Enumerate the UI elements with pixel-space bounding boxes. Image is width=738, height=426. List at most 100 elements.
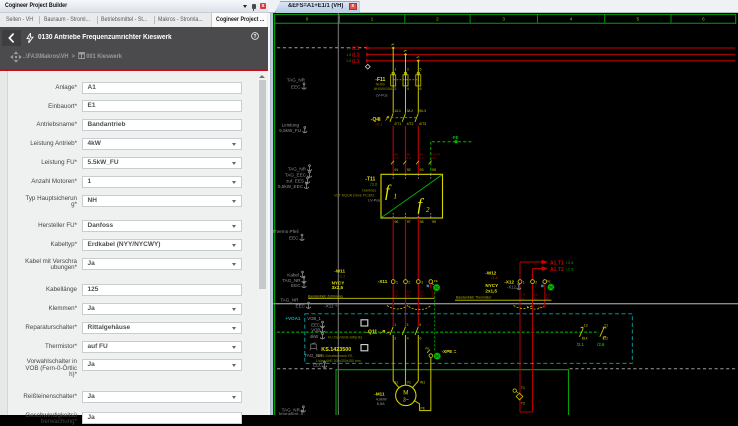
svg-text:3: 3	[502, 17, 505, 22]
svg-text:2,5: 2,5	[432, 156, 437, 160]
svg-text:VLT AQUA Drive FC302: VLT AQUA Drive FC302	[334, 194, 374, 198]
svg-text:1: 1	[394, 68, 396, 72]
svg-text:Danfoss: Danfoss	[362, 188, 376, 192]
svg-text:FU 2S/V/SVB-SW(HE): FU 2S/V/SVB-SW(HE)	[328, 336, 362, 340]
svg-text:3: 3	[407, 323, 409, 327]
svg-text:-X11 +: -X11 +	[324, 304, 338, 309]
svg-text:5: 5	[420, 68, 422, 72]
svg-text:4kW: 4kW	[310, 334, 318, 339]
svg-text:-X11: -X11	[378, 279, 388, 284]
svg-text:3~: 3~	[403, 398, 409, 404]
svg-text:T2: T2	[521, 402, 525, 406]
svg-text:-M11: -M11	[374, 392, 385, 397]
svg-text:0: 0	[306, 17, 309, 22]
svg-text:1: 1	[394, 193, 398, 201]
svg-text:-X12: -X12	[507, 285, 517, 290]
svg-text:VOB: VOB	[311, 328, 320, 333]
svg-text:4/T2: 4/T2	[407, 122, 414, 126]
svg-text:5/L3: 5/L3	[419, 109, 426, 113]
svg-text:2,5: 2,5	[394, 156, 399, 160]
svg-text:/1.4: /1.4	[491, 276, 497, 280]
svg-text:1.5: 1.5	[346, 53, 351, 57]
svg-text:/2.1: /2.1	[376, 123, 382, 127]
svg-text:A1.T2: A1.T2	[550, 267, 564, 273]
svg-text:1: 1	[523, 280, 525, 284]
svg-text:EEC: EEC	[291, 283, 301, 288]
svg-text:TAG_NR: TAG_NR	[280, 298, 299, 303]
svg-text:2,5: 2,5	[407, 156, 412, 160]
svg-text:15: 15	[546, 296, 550, 300]
svg-text:VOB_1: VOB_1	[307, 316, 321, 321]
svg-text:5,5kW_EEC: 5,5kW_EEC	[278, 184, 304, 189]
svg-text:6: 6	[702, 17, 705, 22]
svg-text:97: 97	[407, 220, 411, 224]
svg-text:4: 4	[407, 337, 409, 341]
svg-text:EEC: EEC	[313, 363, 322, 368]
svg-text:15: 15	[394, 293, 398, 297]
svg-text:/2.1: /2.1	[577, 342, 585, 347]
svg-text:91: 91	[394, 168, 398, 172]
svg-text:?: ?	[253, 34, 256, 40]
svg-text:KS.1423500: KS.1423500	[321, 347, 351, 353]
svg-text:96: 96	[394, 220, 398, 224]
svg-text:Leistung: Leistung	[282, 122, 300, 127]
svg-text:4: 4	[570, 17, 573, 22]
svg-text:1: 1	[371, 17, 374, 22]
svg-text:PE: PE	[434, 279, 438, 283]
svg-text:zuf. EES: zuf. EES	[286, 179, 304, 184]
svg-text:3: 3	[421, 280, 423, 284]
svg-text:1: 1	[394, 323, 396, 327]
svg-text:15: 15	[521, 296, 525, 300]
svg-text:-Q11: -Q11	[366, 330, 377, 336]
svg-text:Bandantrieb Zuführung: Bandantrieb Zuführung	[308, 294, 343, 298]
svg-text:TAG_NR: TAG_NR	[288, 166, 307, 171]
svg-text:/2.6: /2.6	[597, 342, 605, 347]
svg-text:-W11: -W11	[334, 268, 345, 273]
svg-text:M: M	[403, 389, 408, 396]
svg-text:/ 2.5: / 2.5	[566, 261, 573, 265]
svg-text:-W12: -W12	[485, 270, 496, 275]
svg-text:/L2: /L2	[352, 53, 360, 59]
svg-text:92: 92	[407, 168, 411, 172]
svg-text:98: 98	[420, 220, 424, 224]
svg-text:2: 2	[394, 337, 396, 341]
svg-text:2x1,5: 2x1,5	[485, 289, 497, 294]
svg-text:22: 22	[604, 336, 608, 340]
svg-text:21: 21	[604, 323, 608, 327]
svg-text:2: 2	[535, 280, 537, 284]
svg-text:PE: PE	[547, 279, 551, 283]
svg-text:3: 3	[407, 68, 409, 72]
svg-text:1.4: 1.4	[346, 46, 351, 50]
svg-text:1-türig 6HE 200x300x150 mm: 1-türig 6HE 200x300x150 mm	[316, 359, 361, 363]
svg-text:93: 93	[420, 168, 424, 172]
svg-text:TAG_EEC: TAG_EEC	[285, 173, 307, 178]
svg-text:NYCY: NYCY	[485, 283, 498, 288]
svg-text:6: 6	[420, 337, 422, 341]
svg-text:2: 2	[408, 280, 410, 284]
svg-text:EEC: EEC	[291, 84, 301, 89]
svg-text:LV-Pos: LV-Pos	[376, 94, 388, 98]
svg-text:ktionstext: ktionstext	[279, 412, 299, 416]
svg-text:5,5kW_FU: 5,5kW_FU	[279, 128, 301, 133]
svg-text:4,0kW: 4,0kW	[376, 397, 387, 401]
svg-text:T1: T1	[521, 386, 525, 390]
svg-text:3/L2: 3/L2	[407, 109, 414, 113]
svg-text:-PE: -PE	[452, 135, 459, 140]
svg-text:Kabel: Kabel	[287, 273, 299, 278]
svg-text:Bandantrieb Thermistor: Bandantrieb Thermistor	[456, 296, 492, 300]
svg-text:LV-Pos: LV-Pos	[368, 198, 380, 202]
svg-text:2: 2	[426, 206, 430, 214]
svg-text:-XPE =: -XPE =	[442, 349, 457, 354]
svg-text:3x2,5: 3x2,5	[332, 285, 344, 290]
svg-text:TAG_NR: TAG_NR	[287, 77, 306, 82]
svg-text:2: 2	[436, 17, 439, 22]
svg-text:W1: W1	[420, 380, 425, 384]
svg-text:1.6: 1.6	[346, 59, 351, 63]
svg-text:Thermo Pfeil: Thermo Pfeil	[272, 229, 298, 234]
svg-text:/ 2.6: / 2.6	[566, 267, 573, 271]
svg-text:15: 15	[534, 296, 538, 300]
svg-text:V1: V1	[407, 380, 411, 384]
svg-text:Groß-Schaltschrank KS,: Groß-Schaltschrank KS,	[317, 354, 354, 358]
svg-text:A1.T1: A1.T1	[550, 260, 564, 266]
svg-text:EEC: EEC	[296, 304, 306, 309]
